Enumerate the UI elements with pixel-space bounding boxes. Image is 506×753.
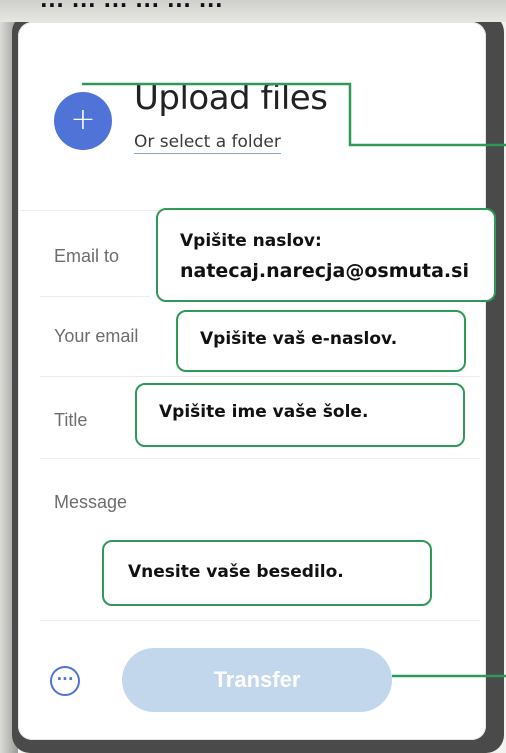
annotation-lines [82, 82, 506, 678]
upload-annotation-line [82, 82, 506, 147]
